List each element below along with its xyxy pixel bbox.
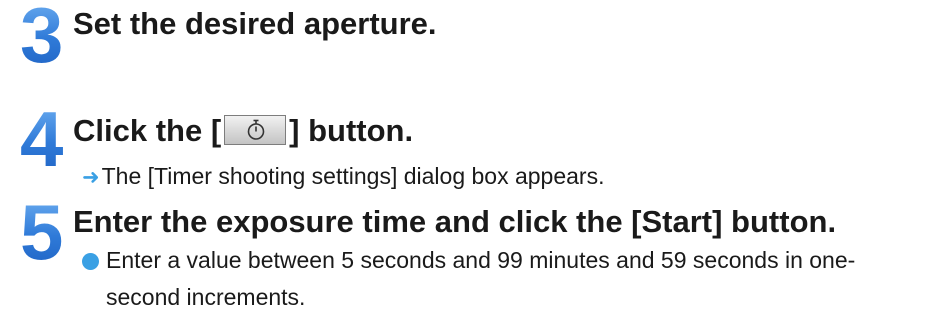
timer-icon bbox=[247, 119, 265, 140]
step-number: 4 bbox=[20, 95, 64, 183]
timer-button-image bbox=[224, 114, 287, 145]
step-heading-before: Click the [ bbox=[73, 113, 222, 148]
bullet-icon bbox=[82, 253, 99, 270]
step-number: 5 bbox=[20, 188, 64, 276]
bullet-text: Enter a value between 5 seconds and 99 m… bbox=[106, 247, 856, 310]
result-text: The [Timer shooting settings] dialog box… bbox=[101, 163, 605, 189]
arrow-right-icon: ➜ bbox=[82, 166, 100, 189]
step-heading: Click the [ ] button. bbox=[73, 113, 413, 149]
result-line: ➜The [Timer shooting settings] dialog bo… bbox=[82, 162, 604, 192]
step-heading: Enter the exposure time and click the [S… bbox=[73, 204, 837, 239]
step-number: 3 bbox=[20, 0, 63, 74]
step-heading: Set the desired aperture. bbox=[73, 6, 437, 41]
step-heading-after: ] button. bbox=[289, 113, 414, 148]
